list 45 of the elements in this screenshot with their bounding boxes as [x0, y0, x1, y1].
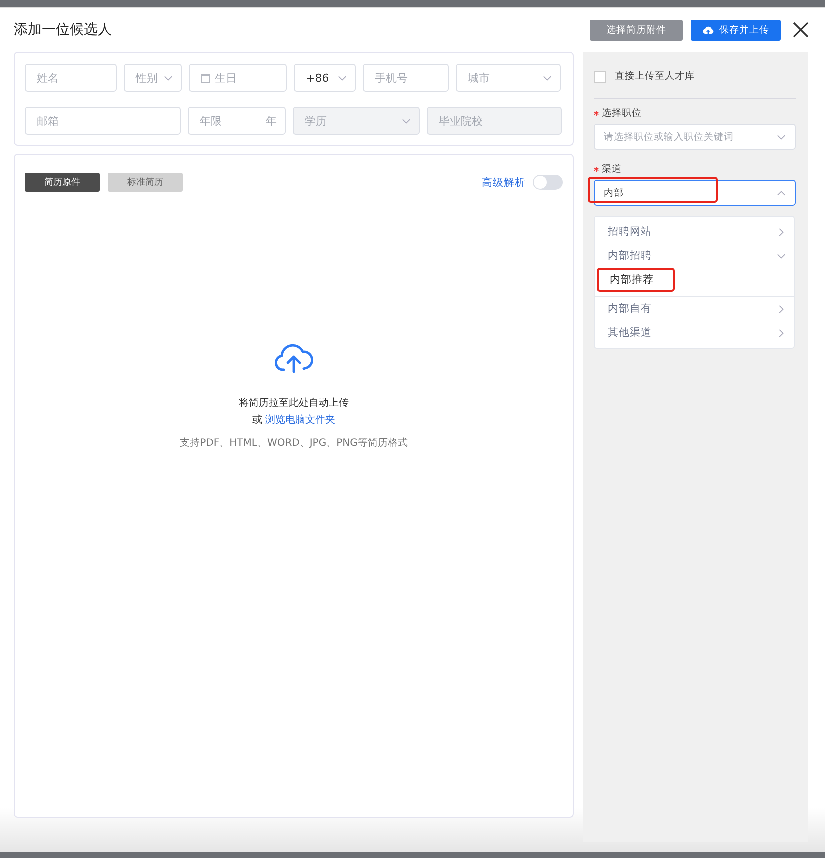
chevron-icon — [777, 252, 786, 260]
drop-hint: 将简历拉至此处自动上传 — [239, 396, 349, 410]
chevron-icon — [164, 74, 173, 82]
input-field[interactable]: 城市 — [456, 64, 561, 92]
menu-item[interactable]: 其他渠道 — [595, 321, 794, 345]
cloud-upload-icon — [702, 26, 714, 34]
formats-note: 支持PDF、HTML、WORD、JPG、PNG等简历格式 — [180, 436, 408, 450]
channel-input[interactable]: 内部 — [594, 180, 796, 206]
calendar-icon — [201, 74, 210, 82]
close-icon[interactable] — [793, 22, 809, 38]
field-label: 渠道 — [602, 163, 622, 176]
toggle-switch[interactable] — [533, 175, 563, 190]
input-field[interactable]: 年限 年 — [188, 107, 286, 135]
input-field[interactable]: 手机号 — [363, 64, 449, 92]
input-field[interactable]: +86 — [294, 64, 356, 92]
advanced-parse-label: 高级解析 — [482, 176, 526, 190]
chevron-icon — [777, 228, 786, 236]
or-label: 或 — [252, 415, 262, 426]
cloud-upload-icon[interactable] — [274, 342, 314, 374]
submenu-item[interactable]: 内部推荐 — [597, 268, 675, 292]
menu-item[interactable]: 内部招聘 — [595, 244, 794, 268]
resume-tab[interactable]: 简历原件 — [25, 173, 100, 192]
checkbox[interactable] — [594, 70, 606, 82]
chevron-icon — [777, 132, 786, 142]
field-label: 选择职位 — [602, 107, 642, 120]
menu-item[interactable]: 内部自有 — [595, 296, 794, 321]
position-select[interactable]: 请选择职位或输入职位关键词 — [594, 124, 796, 150]
attach-button[interactable]: 选择简历附件 — [590, 20, 683, 40]
checkbox-label: 直接上传至人才库 — [615, 70, 695, 83]
chevron-icon — [338, 74, 347, 82]
chevron-icon — [402, 116, 411, 126]
input-field[interactable]: 姓名 — [25, 64, 117, 92]
resume-tab[interactable]: 标准简历 — [108, 173, 183, 192]
chevron-icon — [777, 328, 786, 338]
chevron-icon — [777, 304, 786, 314]
unit-label: 年 — [266, 114, 277, 128]
browse-link[interactable]: 浏览电脑文件夹 — [266, 415, 336, 426]
input-field[interactable]: 邮箱 — [25, 107, 181, 135]
save-upload-button[interactable]: 保存并上传 — [691, 20, 781, 40]
dialog-title: 添加一位候选人 — [14, 21, 113, 39]
input-field[interactable]: 生日 — [189, 64, 287, 92]
input-field[interactable]: 性别 — [124, 64, 182, 92]
menu-item[interactable]: 招聘网站 — [595, 220, 794, 244]
chevron-icon — [777, 188, 786, 198]
chevron-icon — [543, 74, 552, 82]
